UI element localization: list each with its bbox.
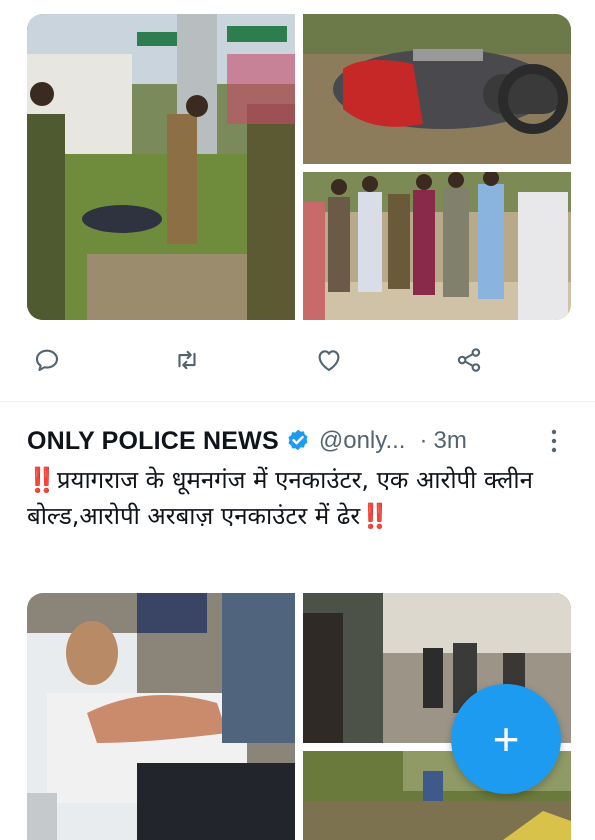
tweet-timestamp[interactable]: 3m — [433, 427, 466, 455]
photo-injured-man-on-stretcher[interactable] — [27, 593, 295, 840]
retweet-icon — [178, 350, 196, 370]
reply-icon — [35, 349, 59, 372]
alert-emoji: ‼️ — [27, 466, 57, 494]
tweet-divider — [0, 401, 595, 402]
heart-icon — [318, 350, 340, 372]
more-options-icon[interactable] — [546, 426, 562, 456]
photo-crashed-motorcycle[interactable] — [303, 14, 571, 164]
alert-emoji-trailing: ‼️ — [360, 502, 391, 530]
share-button[interactable] — [449, 338, 489, 382]
compose-tweet-button[interactable]: + — [451, 684, 561, 794]
photo-crime-scene-highway[interactable] — [27, 14, 295, 320]
header-separator: · — [419, 427, 428, 454]
share-icon — [457, 348, 481, 372]
reply-button[interactable] — [27, 338, 67, 382]
retweet-button[interactable] — [167, 338, 207, 382]
tweet-text-body: प्रयागराज के धूमनगंज में एनकाउंटर, एक आर… — [27, 466, 533, 530]
tweet-header: ONLY POLICE NEWS @only... · 3m — [27, 424, 567, 458]
previous-tweet-media-grid — [27, 14, 571, 320]
plus-icon: + — [492, 713, 520, 765]
photo-police-officers-group[interactable] — [303, 172, 571, 320]
author-handle[interactable]: @only... — [319, 427, 406, 455]
verified-badge-icon — [288, 429, 308, 451]
tweet-text: ‼️प्रयागराज के धूमनगंज में एनकाउंटर, एक … — [27, 462, 572, 534]
like-button[interactable] — [309, 338, 349, 382]
author-name[interactable]: ONLY POLICE NEWS — [27, 427, 279, 456]
previous-tweet-action-bar — [0, 338, 595, 382]
